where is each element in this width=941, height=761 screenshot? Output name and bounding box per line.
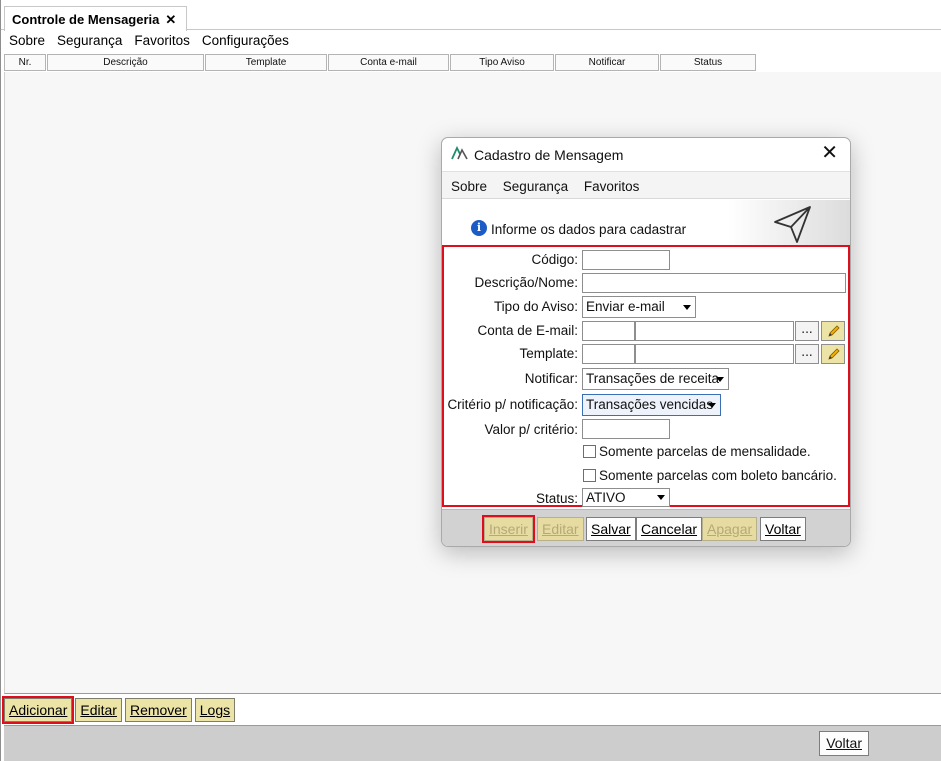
valor-criterio-label: Valor p/ critério: [484, 422, 578, 437]
template-name-field[interactable] [635, 344, 794, 364]
tipo-aviso-select[interactable]: Enviar e-mail [582, 296, 696, 318]
codigo-label: Código: [531, 252, 578, 267]
app-logo-icon [451, 146, 468, 160]
column-header-tipo-aviso[interactable]: Tipo Aviso [450, 54, 554, 71]
menu-favoritos[interactable]: Favoritos [134, 33, 190, 52]
info-text: Informe os dados para cadastrar [491, 222, 687, 237]
criterio-select[interactable]: Transações vencidas [582, 394, 721, 416]
tipo-aviso-label: Tipo do Aviso: [493, 299, 578, 314]
descricao-label: Descrição/Nome: [474, 275, 578, 290]
salvar-button[interactable]: Salvar [586, 517, 636, 541]
pencil-icon [828, 348, 840, 360]
inserir-button[interactable]: Inserir [482, 515, 535, 543]
dialog-button-bar: Inserir Editar Salvar Cancelar Apagar Vo… [442, 509, 850, 546]
info-icon: i [471, 220, 487, 236]
boleto-checkbox[interactable] [583, 469, 596, 482]
column-header-notificar[interactable]: Notificar [555, 54, 659, 71]
edit-button-label: Editar [80, 702, 117, 718]
dialog-title-bar: Cadastro de Mensagem ✕ [442, 138, 850, 170]
status-value: ATIVO [586, 490, 626, 505]
add-button[interactable]: Adicionar [1, 696, 75, 724]
dialog-info-banner: i Informe os dados para cadastrar [442, 200, 850, 245]
conta-email-label: Conta de E-mail: [477, 323, 578, 338]
inserir-button-label: Inserir [489, 521, 528, 537]
cadastro-mensagem-dialog: Cadastro de Mensagem ✕ Sobre Segurança F… [441, 137, 851, 547]
dialog-menu-sobre[interactable]: Sobre [451, 179, 487, 194]
column-header-descricao[interactable]: Descrição [47, 54, 204, 71]
dialog-title: Cadastro de Mensagem [474, 147, 624, 163]
pencil-icon [828, 325, 840, 337]
mensalidade-checkbox[interactable] [583, 445, 596, 458]
cancelar-button-label: Cancelar [641, 521, 698, 537]
grid-action-buttons: Adicionar Editar Remover Logs [1, 696, 238, 724]
conta-email-code-field[interactable] [582, 321, 635, 341]
footer-bar: Voltar [4, 725, 941, 761]
criterio-label: Critério p/ notificação: [447, 397, 578, 412]
dialog-menu-seguranca[interactable]: Segurança [503, 179, 568, 194]
close-icon[interactable]: ✕ [821, 142, 838, 164]
main-menu-bar: Sobre Segurança Favoritos Configurações [1, 33, 941, 52]
conta-email-name-field[interactable] [635, 321, 794, 341]
edit-button[interactable]: Editar [75, 698, 122, 722]
tab-close-icon[interactable]: ✕ [165, 12, 176, 27]
grid-header: Nr. Descrição Template Conta e-mail Tipo… [4, 54, 757, 71]
notificar-select[interactable]: Transações de receita [582, 368, 729, 390]
conta-email-edit-button[interactable] [821, 321, 845, 341]
tab-bar: Controle de Mensageria ✕ [1, 0, 941, 31]
template-label: Template: [519, 346, 578, 361]
add-button-label: Adicionar [9, 702, 68, 718]
paper-plane-icon [774, 206, 811, 243]
apagar-button-label: Apagar [707, 521, 753, 537]
boleto-checkbox-label[interactable]: Somente parcelas com boleto bancário. [599, 468, 837, 483]
dialog-menu-favoritos[interactable]: Favoritos [584, 179, 640, 194]
editar-button-label: Editar [542, 521, 579, 537]
criterio-value: Transações vencidas [586, 397, 714, 412]
codigo-field[interactable] [582, 250, 670, 270]
menu-configuracoes[interactable]: Configurações [202, 33, 289, 52]
notificar-value: Transações de receita [586, 371, 720, 386]
salvar-button-label: Salvar [591, 521, 631, 537]
column-header-conta-email[interactable]: Conta e-mail [328, 54, 449, 71]
message-form: Código: Descrição/Nome: Tipo do Aviso: E… [442, 245, 850, 507]
template-code-field[interactable] [582, 344, 635, 364]
valor-criterio-field[interactable] [582, 419, 670, 439]
chevron-down-icon [716, 377, 724, 382]
logs-button-label: Logs [199, 702, 231, 718]
chevron-down-icon [683, 305, 691, 310]
apagar-button[interactable]: Apagar [702, 517, 758, 541]
logs-button[interactable]: Logs [194, 698, 236, 722]
descricao-field[interactable] [582, 273, 846, 293]
tab-title: Controle de Mensageria [12, 12, 160, 27]
status-select[interactable]: ATIVO [582, 488, 670, 507]
cancelar-button[interactable]: Cancelar [636, 517, 703, 541]
editar-button[interactable]: Editar [537, 517, 584, 541]
back-button[interactable]: Voltar [819, 731, 869, 756]
dialog-menu-bar: Sobre Segurança Favoritos [442, 171, 850, 199]
voltar-button[interactable]: Voltar [760, 517, 806, 541]
tab-controle-mensageria[interactable]: Controle de Mensageria ✕ [4, 6, 187, 31]
tipo-aviso-value: Enviar e-mail [586, 299, 665, 314]
chevron-down-icon [708, 403, 716, 408]
back-button-label: Voltar [826, 735, 862, 751]
status-label: Status: [535, 491, 578, 506]
conta-email-browse-button[interactable]: ... [795, 321, 819, 341]
mensalidade-checkbox-label[interactable]: Somente parcelas de mensalidade. [599, 444, 811, 459]
voltar-button-label: Voltar [765, 521, 801, 537]
main-window: Controle de Mensageria ✕ Sobre Segurança … [0, 0, 941, 761]
remove-button[interactable]: Remover [124, 698, 192, 722]
menu-sobre[interactable]: Sobre [9, 33, 45, 52]
menu-seguranca[interactable]: Segurança [57, 33, 122, 52]
template-edit-button[interactable] [821, 344, 845, 364]
remove-button-label: Remover [129, 702, 187, 718]
column-header-template[interactable]: Template [205, 54, 327, 71]
column-header-nr[interactable]: Nr. [4, 54, 46, 71]
chevron-down-icon [657, 495, 665, 500]
notificar-label: Notificar: [524, 371, 578, 386]
column-header-status[interactable]: Status [660, 54, 756, 71]
template-browse-button[interactable]: ... [795, 344, 819, 364]
